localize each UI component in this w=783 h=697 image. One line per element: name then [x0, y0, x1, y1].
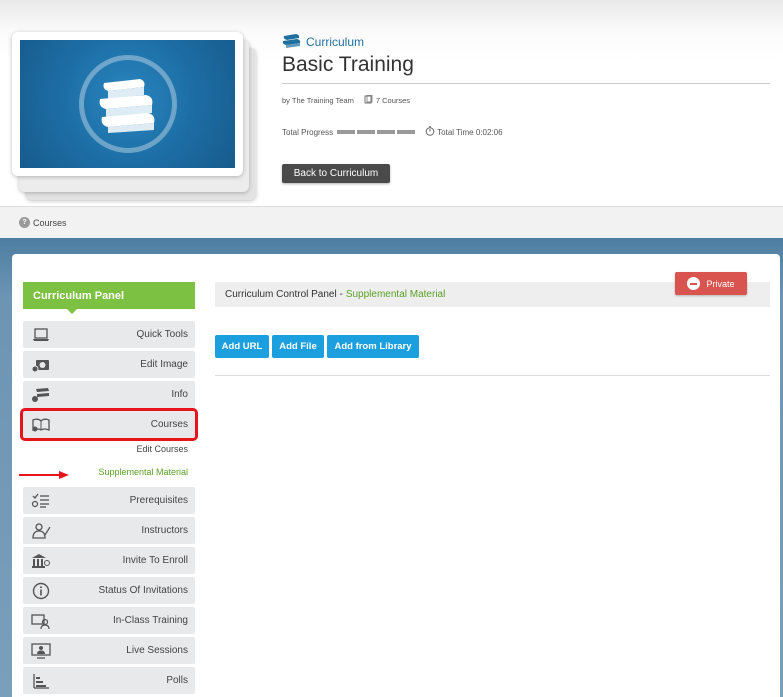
course-count: 7 Courses	[364, 94, 411, 106]
sidebar-title: Curriculum Panel	[23, 282, 195, 314]
minus-circle-icon	[687, 277, 701, 290]
sidebar-subitem-edit-courses[interactable]: Edit Courses	[23, 444, 188, 454]
sidebar-item-live-sessions[interactable]: Live Sessions	[23, 637, 195, 664]
total-time: Total Time 0:02:06	[425, 126, 503, 138]
back-to-curriculum-button[interactable]: Back to Curriculum	[282, 164, 390, 183]
sidebar-item-invite-to-enroll[interactable]: Invite To Enroll	[23, 547, 195, 574]
sidebar-item-label: Info	[171, 389, 188, 400]
sidebar-item-courses[interactable]: Courses	[20, 408, 198, 441]
sidebar-item-quick-tools[interactable]: Quick Tools	[23, 321, 195, 348]
classroom-icon	[31, 612, 51, 630]
progress-bar	[337, 130, 417, 134]
total-progress-label: Total Progress	[282, 127, 334, 137]
camera-gear-icon	[31, 356, 51, 374]
curriculum-image	[20, 40, 235, 168]
course-count-text: 7 Courses	[375, 96, 411, 105]
add-buttons-row: Add URL Add File Add from Library	[215, 335, 422, 358]
stopwatch-icon	[425, 126, 437, 138]
progress-segment	[357, 130, 376, 134]
add-file-button[interactable]: Add File	[272, 335, 324, 358]
laptop-icon	[31, 326, 51, 344]
sidebar-item-label: In-Class Training	[112, 615, 188, 626]
author-text: by The Training Team	[282, 96, 354, 105]
content-divider	[215, 375, 770, 376]
sidebar-item-instructors[interactable]: Instructors	[23, 517, 195, 544]
sidebar-item-label: Edit Image	[140, 359, 188, 370]
sidebar-item-label: Quick Tools	[136, 329, 188, 340]
progress-segment	[397, 130, 416, 134]
instructor-icon	[31, 522, 51, 540]
sidebar-item-in-class-training[interactable]: In-Class Training	[23, 607, 195, 634]
total-time-text: Total Time 0:02:06	[437, 127, 503, 137]
sidebar-item-info[interactable]: Info	[23, 381, 195, 408]
sidebar-item-label: Instructors	[141, 525, 188, 536]
sidebar-item-label: Live Sessions	[126, 645, 188, 656]
add-from-library-button[interactable]: Add from Library	[327, 335, 419, 358]
add-url-button[interactable]: Add URL	[215, 335, 269, 358]
private-label: Private	[706, 278, 735, 289]
open-book-gear-icon	[31, 416, 51, 434]
bar-chart-icon	[31, 672, 51, 690]
help-icon[interactable]: ?	[19, 217, 30, 228]
category-label: Curriculum	[282, 33, 770, 51]
books-gear-icon	[31, 386, 51, 404]
sidebar-item-label: Polls	[166, 675, 188, 686]
curriculum-meta: by The Training Team 7 Courses	[282, 94, 770, 106]
progress-row: Total Progress Total Time 0:02:06	[282, 126, 503, 138]
sidebar-item-label: Courses	[150, 419, 188, 430]
sidebar-item-polls[interactable]: Polls	[23, 667, 195, 694]
breadcrumb-label[interactable]: Courses	[33, 218, 67, 228]
page-title: Basic Training	[282, 53, 770, 84]
courses-icon	[364, 94, 376, 106]
info-icon	[31, 582, 51, 600]
books-emblem-icon	[78, 55, 177, 153]
sidebar-item-label: Status Of Invitations	[98, 585, 189, 596]
sidebar-item-label: Invite To Enroll	[122, 555, 188, 566]
breadcrumb: ? Courses	[0, 206, 783, 238]
section-label: Supplemental Material	[345, 289, 446, 300]
sidebar-item-status-of-invitations[interactable]: Status Of Invitations	[23, 577, 195, 604]
sidebar-item-label: Prerequisites	[129, 495, 188, 506]
title-area: Curriculum Basic Training by The Trainin…	[282, 33, 770, 106]
curriculum-header: Curriculum Basic Training by The Trainin…	[0, 0, 783, 206]
category-text: Curriculum	[306, 35, 365, 49]
monitor-user-icon	[31, 642, 51, 660]
checklist-icon	[31, 492, 51, 510]
building-user-icon	[31, 552, 51, 570]
card-front	[12, 32, 243, 176]
curriculum-books-icon	[282, 33, 306, 51]
progress-segment	[377, 130, 396, 134]
progress-segment	[337, 130, 356, 134]
sidebar-subitem-supplemental-material[interactable]: Supplemental Material	[23, 467, 188, 477]
private-button[interactable]: Private	[675, 272, 747, 295]
sidebar-item-prerequisites[interactable]: Prerequisites	[23, 487, 195, 514]
sidebar-item-edit-image[interactable]: Edit Image	[23, 351, 195, 378]
control-panel-label: Curriculum Control Panel -	[225, 289, 343, 300]
